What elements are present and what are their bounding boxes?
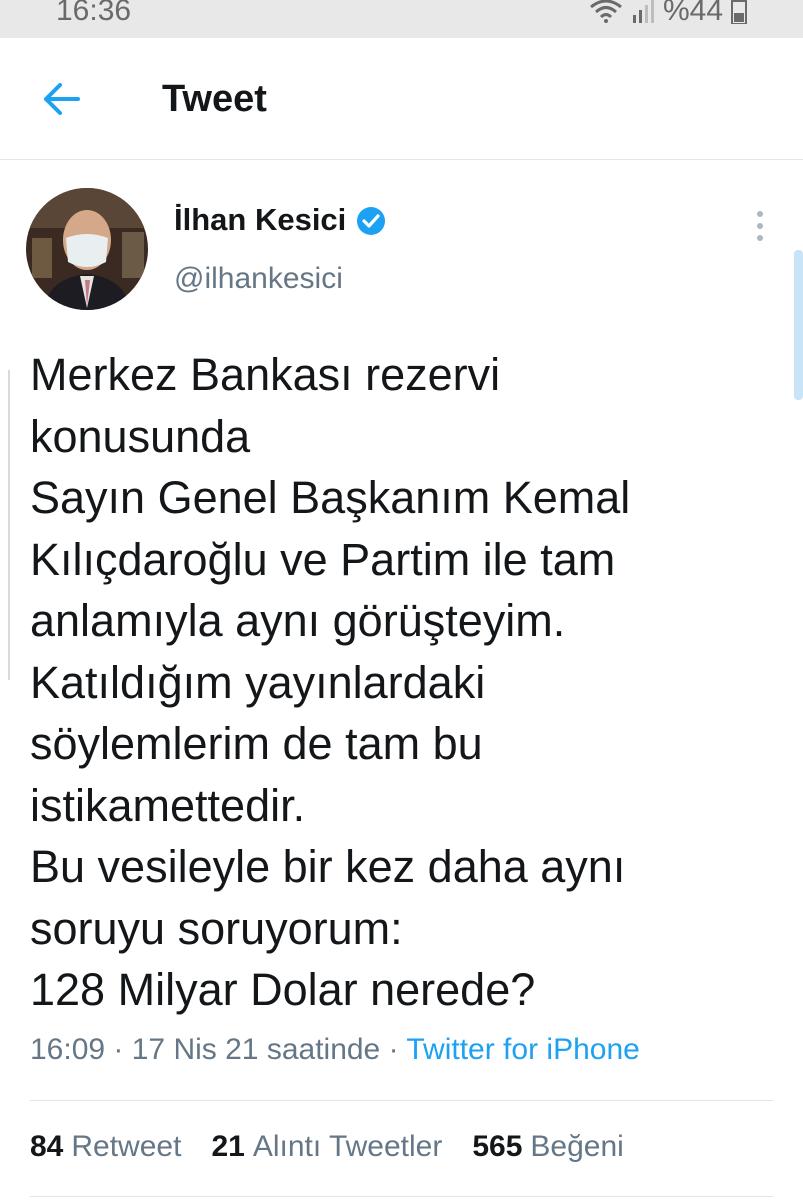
divider bbox=[30, 1196, 773, 1197]
left-edge-shadow bbox=[0, 370, 10, 680]
quote-tweets-count: 21 bbox=[211, 1130, 245, 1163]
wifi-icon bbox=[590, 0, 622, 23]
retweets-count: 84 bbox=[30, 1130, 64, 1163]
meta-separator: · bbox=[380, 1033, 407, 1066]
tweet-time: 16:09 bbox=[30, 1033, 106, 1066]
author-name[interactable]: İlhan Kesici bbox=[174, 202, 346, 238]
tweet-source-link[interactable]: Twitter for iPhone bbox=[406, 1033, 639, 1066]
tweet-text: Merkez Bankası rezervi konusunda Sayın G… bbox=[30, 349, 631, 1015]
divider bbox=[30, 1100, 773, 1101]
likes-count: 565 bbox=[472, 1130, 523, 1163]
more-options-button[interactable] bbox=[748, 206, 772, 246]
tweet-date: 17 Nis 21 saatinde bbox=[131, 1033, 381, 1066]
back-arrow-icon bbox=[44, 83, 80, 115]
battery-icon bbox=[731, 0, 747, 24]
quote-tweets-label: Alıntı Tweetler bbox=[252, 1130, 443, 1163]
status-bar: 16:36 %44 bbox=[0, 0, 803, 38]
avatar[interactable] bbox=[26, 188, 148, 310]
status-icons: %44 bbox=[589, 0, 747, 28]
likes-stat[interactable]: 565 Beğeni bbox=[472, 1130, 623, 1164]
scrollbar[interactable] bbox=[794, 250, 803, 400]
retweets-label: Retweet bbox=[71, 1130, 182, 1163]
signal-icon bbox=[632, 0, 654, 23]
retweets-stat[interactable]: 84 Retweet bbox=[30, 1130, 181, 1164]
likes-label: Beğeni bbox=[530, 1130, 624, 1163]
battery-percent: %44 bbox=[662, 0, 723, 27]
quote-tweets-stat[interactable]: 21 Alıntı Tweetler bbox=[211, 1130, 442, 1164]
page-title: Tweet bbox=[162, 78, 267, 120]
more-vertical-icon bbox=[757, 211, 763, 241]
tweet-stats: 84 Retweet 21 Alıntı Tweetler 565 Beğeni bbox=[30, 1130, 624, 1164]
avatar-image bbox=[26, 188, 148, 310]
author-handle[interactable]: @ilhankesici bbox=[174, 262, 343, 296]
verified-badge-icon bbox=[357, 207, 385, 235]
status-time: 16:36 bbox=[56, 0, 132, 27]
meta-separator: · bbox=[105, 1033, 132, 1066]
tweet-meta: 16:09 · 17 Nis 21 saatinde · Twitter for… bbox=[30, 1033, 640, 1067]
top-app-bar: Tweet bbox=[0, 38, 803, 160]
back-button[interactable] bbox=[38, 80, 84, 118]
